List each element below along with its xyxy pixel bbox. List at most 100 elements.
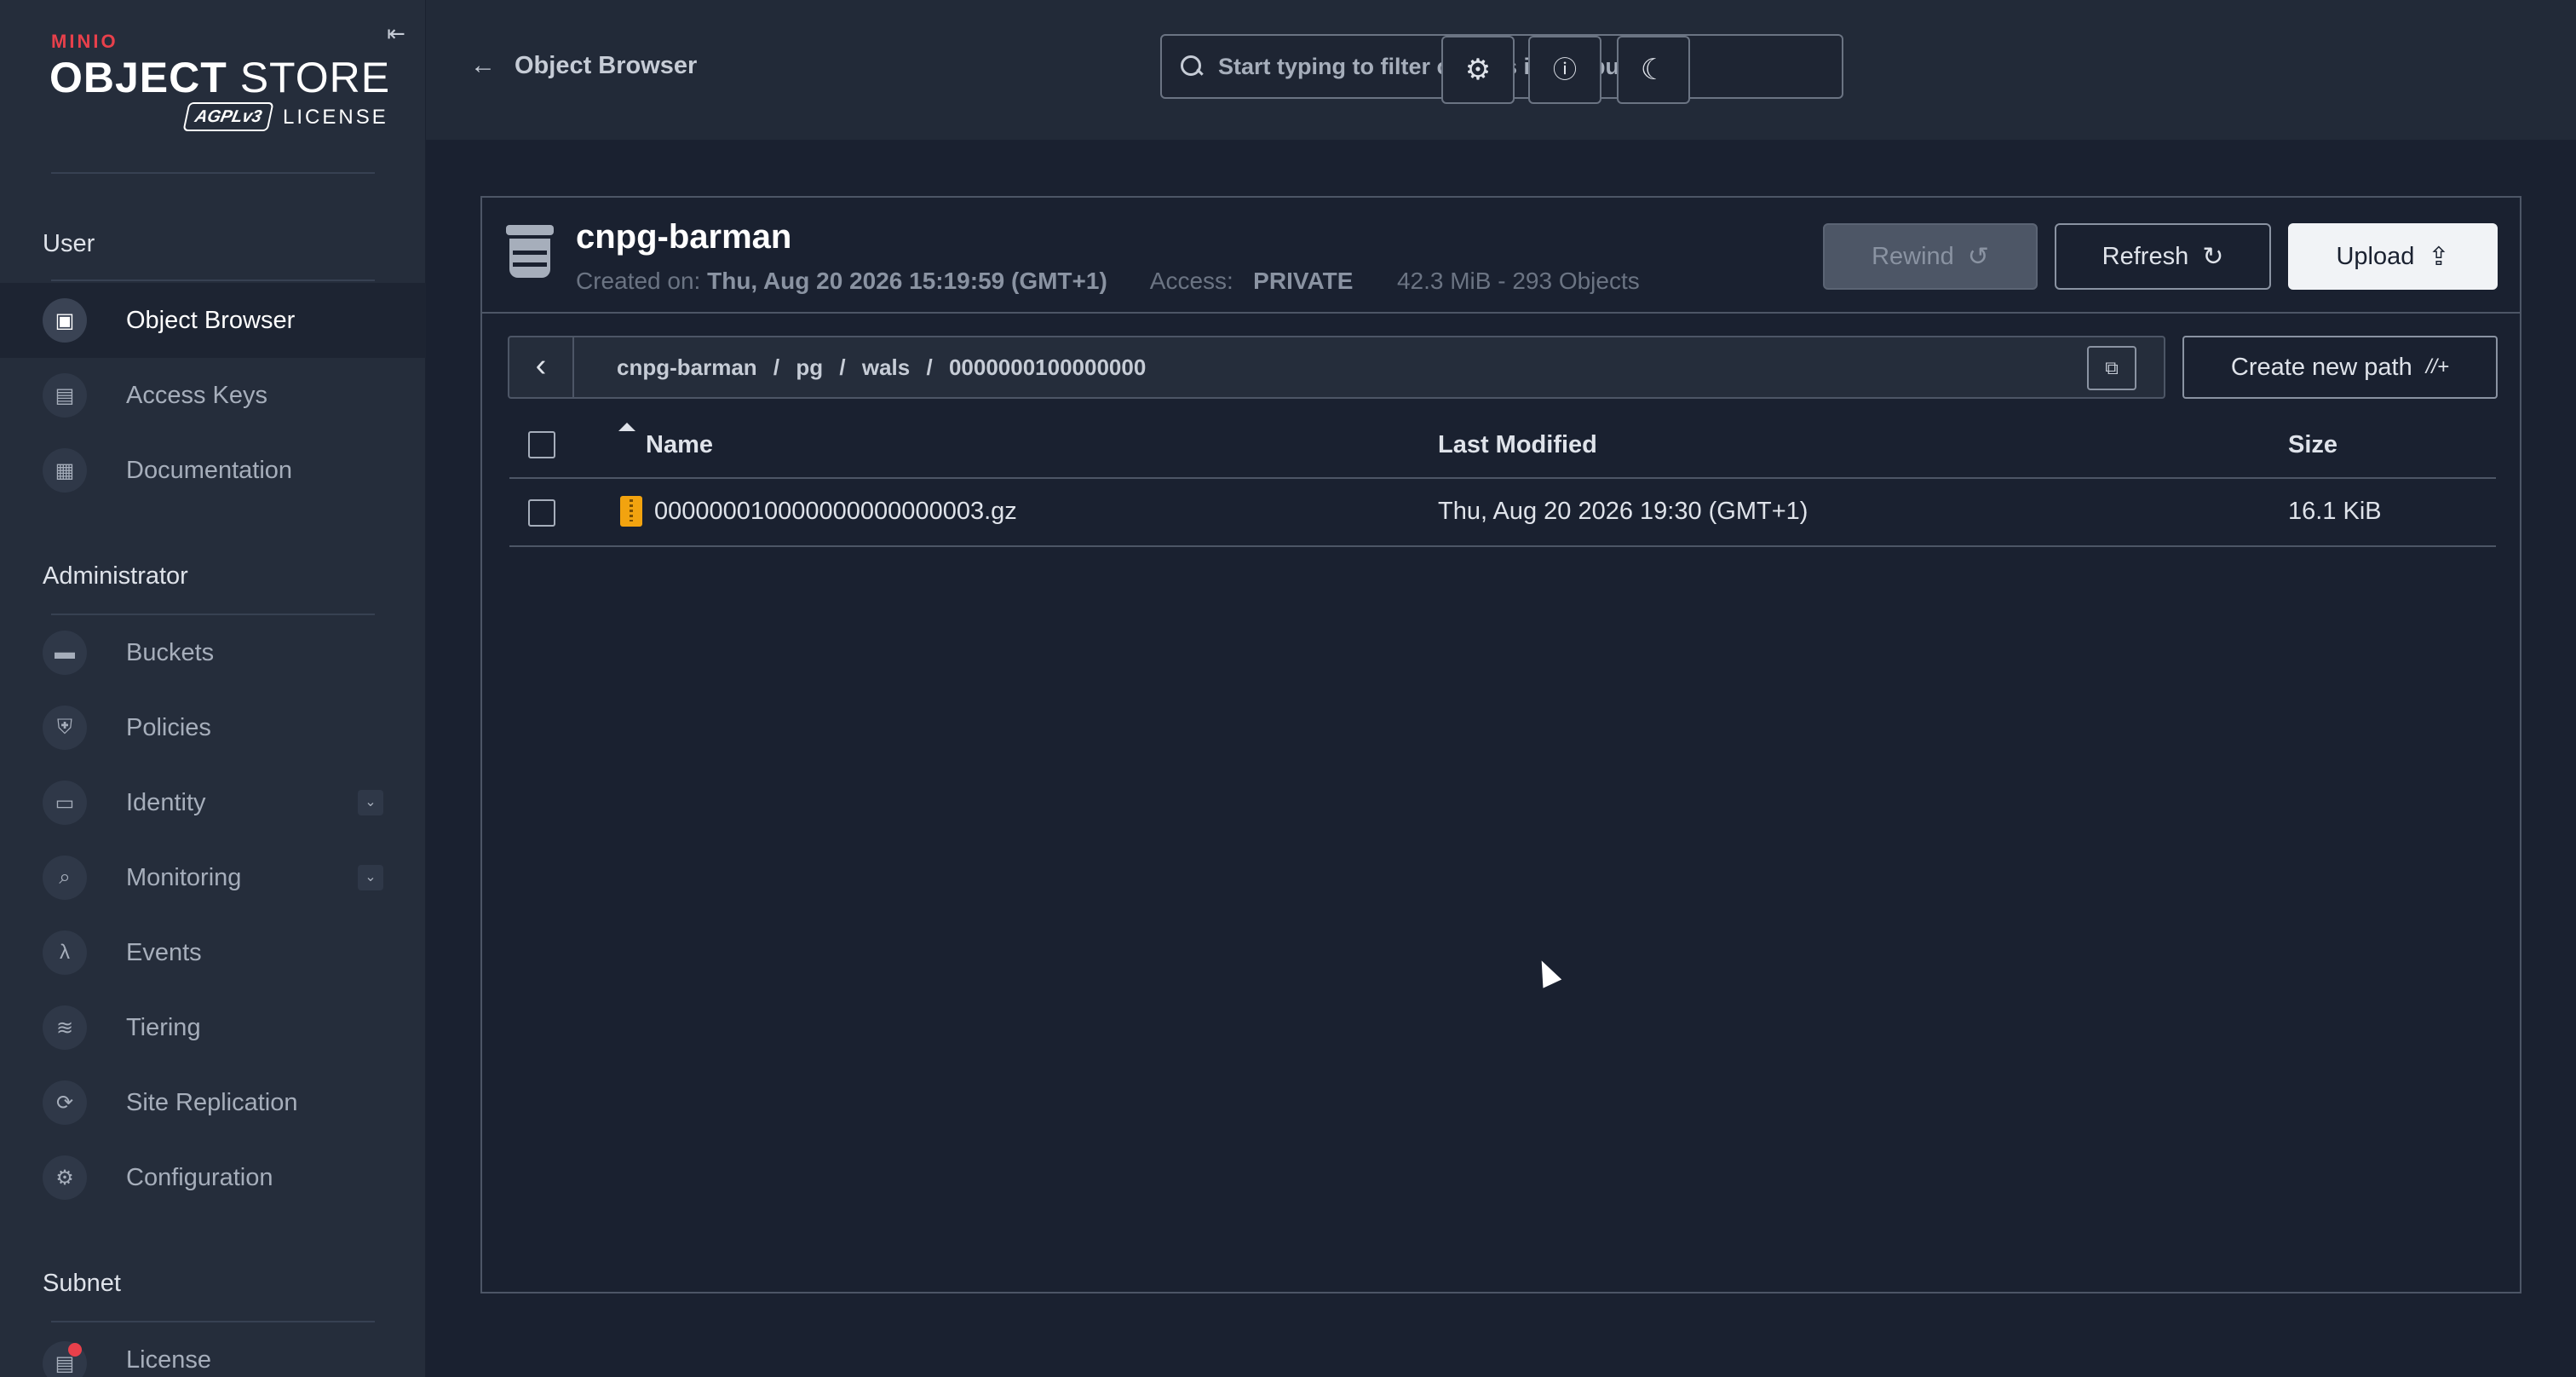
create-path-label: Create new path [2230, 353, 2412, 381]
sidebar-item-label: Policies [126, 713, 211, 741]
row-checkbox[interactable] [528, 499, 555, 527]
sidebar-item-object-browser[interactable]: ▣ Object Browser [0, 283, 426, 358]
refresh-label: Refresh [2102, 242, 2189, 270]
bucket-meta: Created on: Thu, Aug 20 2026 15:19:59 (G… [576, 268, 1640, 295]
back-to-object-browser[interactable]: ← Object Browser [470, 51, 697, 80]
refresh-button[interactable]: Refresh ↻ [2055, 223, 2271, 290]
sidebar-item-label: Buckets [126, 638, 215, 666]
object-name[interactable]: 000000010000000000000003.gz [654, 498, 1017, 526]
sidebar-item-label: Events [126, 938, 202, 966]
chevron-down-icon[interactable]: ⌄ [358, 790, 383, 815]
sidebar-item-buckets[interactable]: ▬ Buckets [0, 615, 426, 690]
section-title-subnet: Subnet [43, 1270, 121, 1297]
breadcrumb-item[interactable]: wals [862, 354, 910, 380]
bucket-header: cnpg-barman Created on: Thu, Aug 20 2026… [482, 198, 2520, 314]
sidebar-item-events[interactable]: λ Events [0, 915, 426, 990]
table-row[interactable]: 000000010000000000000003.gz Thu, Aug 20 … [509, 479, 2496, 547]
top-header: ← Object Browser ⚙ ⓘ ☾ [426, 0, 2576, 140]
magnifier-icon: ⌕ [43, 856, 87, 900]
sort-ascending-icon[interactable] [618, 423, 635, 431]
collapse-sidebar-icon[interactable]: ⇤ [382, 20, 411, 46]
section-title-administrator: Administrator [43, 562, 188, 590]
sidebar-item-label: Access Keys [126, 381, 267, 409]
settings-button[interactable]: ⚙ [1441, 36, 1515, 104]
breadcrumb-item[interactable]: pg [796, 354, 823, 380]
docs-icon: ▦ [43, 448, 87, 493]
rewind-label: Rewind [1872, 242, 1954, 270]
sidebar-item-label: Configuration [126, 1163, 273, 1191]
sidebar-item-label: Documentation [126, 456, 293, 484]
sidebar-divider [51, 279, 375, 281]
agpl-badge: AGPLv3 [182, 102, 274, 131]
gear-icon: ⚙ [1464, 54, 1492, 86]
breadcrumb: cnpg-barman / pg / wals / 00000001000000… [617, 354, 1147, 380]
created-value: Thu, Aug 20 2026 15:19:59 (GMT+1) [707, 268, 1107, 294]
sidebar: MINIO OBJECT STORE AGPLv3 LICENSE ⇤ User… [0, 0, 426, 1377]
moon-icon: ☾ [1640, 54, 1667, 86]
copy-icon: ⧉ [2105, 357, 2119, 378]
logo-brand: MINIO [51, 31, 118, 52]
bucket-icon [506, 225, 554, 279]
gear-icon: ⚙ [43, 1155, 87, 1200]
refresh-icon: ↻ [2202, 242, 2224, 271]
logo-product: OBJECT STORE [49, 54, 391, 101]
object-modified: Thu, Aug 20 2026 19:30 (GMT+1) [1438, 498, 1808, 525]
object-size: 16.1 KiB [2288, 498, 2382, 525]
table-header: Name Last Modified Size [509, 411, 2496, 479]
bucket-panel: cnpg-barman Created on: Thu, Aug 20 2026… [480, 196, 2521, 1293]
column-name[interactable]: Name [646, 431, 713, 459]
access-label: Access: [1149, 268, 1233, 294]
object-browser-icon: ▣ [43, 298, 87, 343]
bucket-name: cnpg-barman [576, 218, 792, 256]
sidebar-item-license[interactable]: ▤ License [0, 1322, 426, 1377]
sidebar-item-monitoring[interactable]: ⌕ Monitoring ⌄ [0, 840, 426, 915]
upload-label: Upload [2336, 242, 2415, 270]
history-icon: ↺ [1967, 242, 1989, 271]
archive-file-icon [620, 496, 642, 527]
path-back-button[interactable]: ‹ [509, 337, 574, 397]
new-path-icon: //+ [2425, 355, 2450, 378]
sidebar-item-policies[interactable]: ⛨ Policies [0, 690, 426, 765]
column-size[interactable]: Size [2288, 431, 2337, 459]
upload-button[interactable]: Upload ⇪ [2288, 223, 2498, 290]
minio-logo[interactable]: MINIO OBJECT STORE AGPLv3 LICENSE [49, 27, 391, 131]
help-button[interactable]: ⓘ [1528, 36, 1601, 104]
sidebar-item-configuration[interactable]: ⚙ Configuration [0, 1140, 426, 1215]
bucket-icon: ▬ [43, 631, 87, 675]
upload-icon: ⇪ [2428, 242, 2450, 271]
help-icon: ⓘ [1552, 56, 1577, 83]
sidebar-item-identity[interactable]: ▭ Identity ⌄ [0, 765, 426, 840]
breadcrumb-item[interactable]: 0000000100000000 [949, 354, 1146, 380]
back-label: Object Browser [515, 51, 698, 79]
chevron-left-icon: ‹ [535, 348, 547, 383]
sidebar-item-access-keys[interactable]: ▤ Access Keys [0, 358, 426, 433]
sidebar-divider [51, 172, 375, 174]
bucket-usage: 42.3 MiB - 293 Objects [1396, 268, 1640, 294]
sidebar-item-label: Identity [126, 788, 206, 816]
id-card-icon: ▭ [43, 781, 87, 825]
notification-badge [68, 1343, 82, 1357]
sidebar-item-label: Site Replication [126, 1088, 298, 1116]
breadcrumb-bar: ‹ cnpg-barman / pg / wals / 000000010000… [508, 336, 2165, 399]
section-title-user: User [43, 230, 95, 257]
theme-toggle-button[interactable]: ☾ [1617, 36, 1690, 104]
sidebar-item-label: Object Browser [126, 306, 296, 334]
select-all-checkbox[interactable] [528, 431, 555, 458]
lambda-icon: λ [43, 930, 87, 975]
sidebar-item-label: Tiering [126, 1013, 201, 1041]
breadcrumb-item[interactable]: cnpg-barman [617, 354, 757, 380]
arrow-left-icon: ← [470, 51, 496, 79]
objects-table: Name Last Modified Size 0000000100000000… [509, 411, 2496, 547]
search-input[interactable] [1218, 53, 1814, 80]
column-last-modified[interactable]: Last Modified [1438, 431, 1597, 459]
sidebar-item-site-replication[interactable]: ⟳ Site Replication [0, 1065, 426, 1140]
copy-path-button[interactable]: ⧉ [2087, 346, 2136, 390]
chevron-down-icon[interactable]: ⌄ [358, 865, 383, 890]
sync-icon: ⟳ [43, 1080, 87, 1125]
key-icon: ▤ [43, 373, 87, 418]
created-label: Created on: [576, 268, 701, 294]
rewind-button[interactable]: Rewind ↺ [1823, 223, 2038, 290]
create-new-path-button[interactable]: Create new path //+ [2182, 336, 2498, 399]
sidebar-item-documentation[interactable]: ▦ Documentation [0, 433, 426, 508]
sidebar-item-tiering[interactable]: ≋ Tiering [0, 990, 426, 1065]
